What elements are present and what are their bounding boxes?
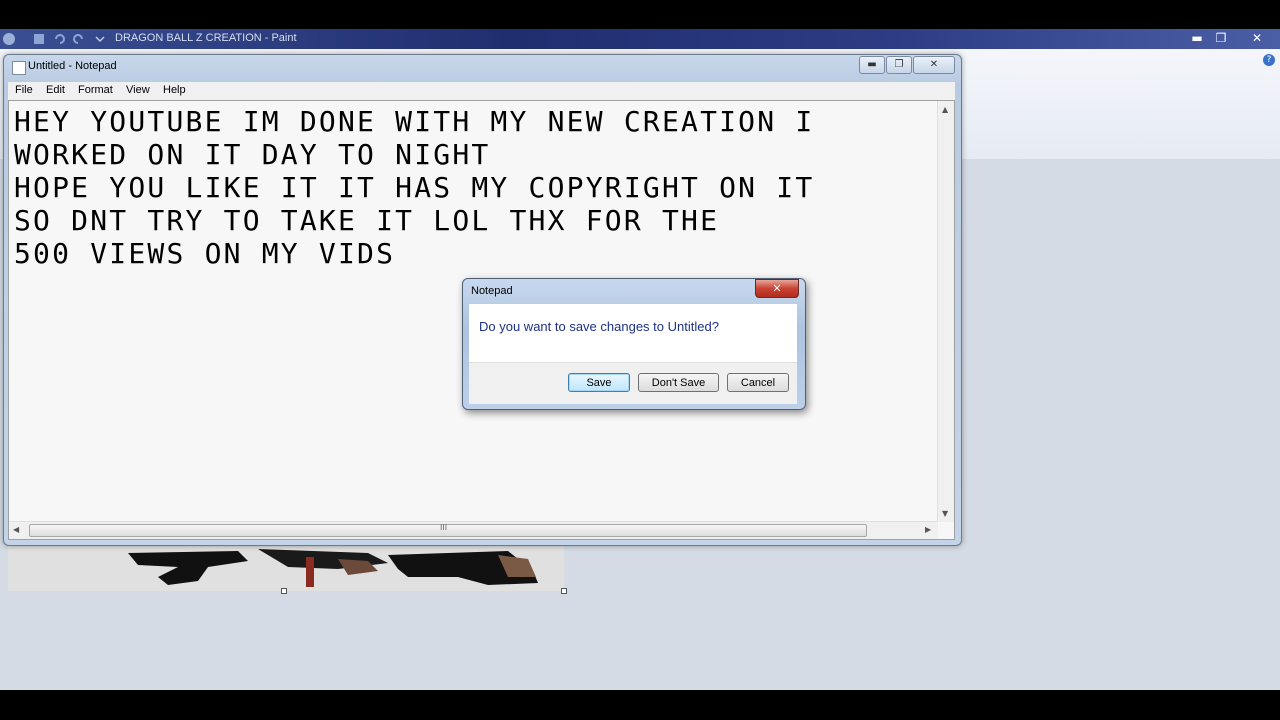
- save-changes-dialog: Notepad ✕ Do you want to save changes to…: [462, 278, 806, 410]
- save-button[interactable]: Save: [568, 373, 630, 392]
- scroll-grip-icon: III: [440, 523, 448, 532]
- resize-handle-bottom[interactable]: [281, 588, 287, 594]
- dialog-button-row: Save Don't Save Cancel: [469, 362, 797, 404]
- notepad-window-title: Untitled - Notepad: [28, 60, 117, 72]
- scroll-down-icon[interactable]: ▼: [942, 509, 948, 518]
- menu-format[interactable]: Format: [78, 84, 113, 96]
- paint-close-button[interactable]: ✕: [1244, 30, 1270, 46]
- scroll-left-icon[interactable]: ◀: [13, 525, 19, 534]
- paint-canvas-image[interactable]: [8, 541, 564, 591]
- undo-icon: [55, 34, 65, 44]
- horizontal-scroll-thumb[interactable]: III: [29, 523, 867, 537]
- menu-edit[interactable]: Edit: [46, 84, 65, 96]
- notepad-app-icon: [12, 61, 26, 75]
- letterbox-bottom: [0, 690, 1280, 720]
- dialog-title: Notepad: [471, 285, 513, 297]
- menu-view[interactable]: View: [126, 84, 150, 96]
- help-icon[interactable]: ?: [1263, 54, 1275, 66]
- notepad-menu-bar: File Edit Format View Help: [8, 82, 955, 100]
- paint-minimize-button[interactable]: ▬: [1184, 30, 1210, 46]
- dialog-message: Do you want to save changes to Untitled?: [479, 319, 719, 334]
- menu-help[interactable]: Help: [163, 84, 186, 96]
- letterbox-top: [0, 0, 1280, 29]
- paint-maximize-button[interactable]: ❐: [1208, 30, 1234, 46]
- resize-handle-corner[interactable]: [561, 588, 567, 594]
- dont-save-button[interactable]: Don't Save: [638, 373, 719, 392]
- dialog-body: Do you want to save changes to Untitled?: [469, 304, 797, 362]
- paint-window-title: DRAGON BALL Z CREATION - Paint: [115, 32, 297, 44]
- dialog-close-button[interactable]: ✕: [755, 279, 799, 298]
- save-icon: [34, 34, 44, 44]
- scroll-up-icon[interactable]: ▲: [942, 105, 948, 114]
- vertical-scrollbar[interactable]: ▲ ▼: [937, 101, 954, 522]
- customize-qat-icon: [95, 36, 105, 43]
- quick-access-toolbar[interactable]: [2, 32, 112, 46]
- character-drawing-image: [128, 549, 538, 587]
- menu-file[interactable]: File: [15, 84, 33, 96]
- notepad-text-content[interactable]: HEY YOUTUBE IM DONE WITH MY NEW CREATION…: [14, 105, 939, 270]
- scroll-right-icon[interactable]: ▶: [925, 525, 931, 534]
- horizontal-scrollbar[interactable]: ◀ III ▶: [9, 521, 938, 539]
- notepad-minimize-button[interactable]: ▬: [859, 56, 885, 74]
- notepad-maximize-button[interactable]: ❐: [886, 56, 912, 74]
- redo-icon: [73, 34, 83, 44]
- notepad-close-button[interactable]: ✕: [913, 56, 955, 74]
- paint-title-bar: DRAGON BALL Z CREATION - Paint ▬ ❐ ✕: [0, 29, 1280, 49]
- cancel-button[interactable]: Cancel: [727, 373, 789, 392]
- paint-app-icon: [3, 33, 15, 45]
